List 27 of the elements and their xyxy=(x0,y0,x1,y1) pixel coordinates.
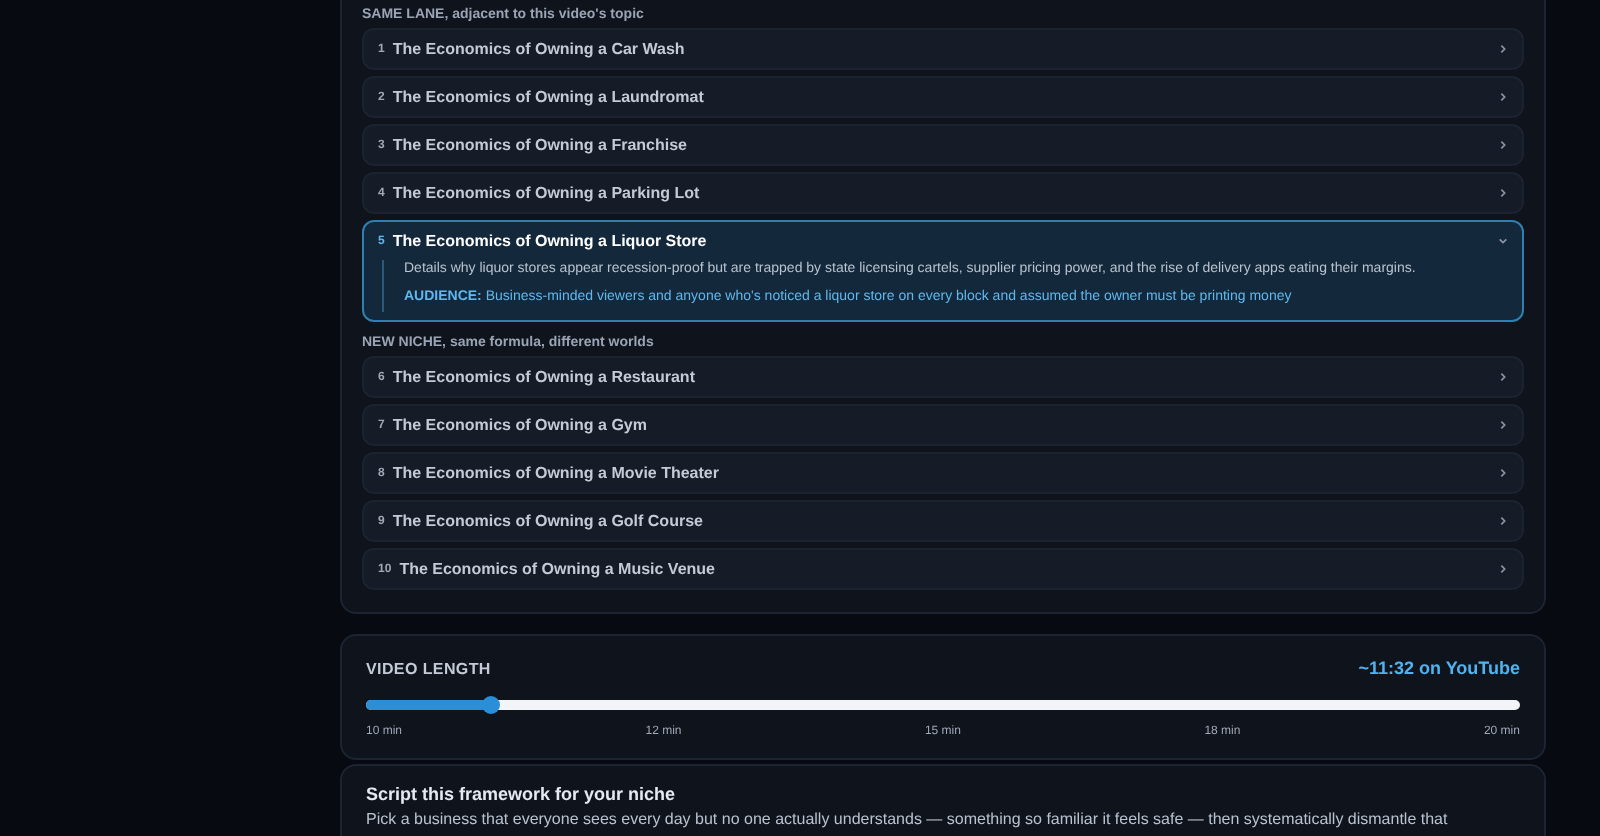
chevron-right-icon xyxy=(1498,140,1508,150)
slider-title: VIDEO LENGTH xyxy=(366,657,491,682)
chevron-right-icon xyxy=(1498,420,1508,430)
card-text: Pick a business that everyone sees every day but no one actually understands — something so familiar it feels safe — then systematically dismantle that xyxy=(366,809,1450,829)
item-title: The Economics of Owning a Laundromat xyxy=(392,85,704,109)
item-title: The Economics of Owning a Music Venue xyxy=(399,557,715,581)
item-title: The Economics of Owning a Gym xyxy=(392,413,647,437)
slider-track[interactable] xyxy=(366,699,1520,709)
length-reading: ~11:32 on YouTube xyxy=(1358,656,1520,682)
chevron-right-icon xyxy=(1498,92,1508,102)
chevron-right-icon xyxy=(1498,372,1508,382)
item-title: The Economics of Owning a Liquor Store xyxy=(392,229,707,253)
item-title: The Economics of Owning a Franchise xyxy=(392,133,687,157)
chevron-right-icon xyxy=(1498,468,1508,478)
chevron-down-icon xyxy=(1498,236,1508,246)
item-title: The Economics of Owning a Car Wash xyxy=(392,37,685,61)
slider-thumb[interactable] xyxy=(481,695,500,713)
item-title: The Economics of Owning a Parking Lot xyxy=(392,181,700,205)
chevron-right-icon xyxy=(1498,516,1508,526)
chevron-right-icon xyxy=(1498,564,1508,574)
chevron-right-icon xyxy=(1498,44,1508,54)
chevron-right-icon xyxy=(1498,188,1508,198)
item-title: The Economics of Owning a Restaurant xyxy=(392,365,695,389)
item-title: The Economics of Owning a Golf Course xyxy=(392,509,703,533)
item-title: The Economics of Owning a Movie Theater xyxy=(392,461,719,485)
topic-item[interactable] xyxy=(362,220,1524,322)
card-title: Script this framework for your niche xyxy=(366,783,678,805)
